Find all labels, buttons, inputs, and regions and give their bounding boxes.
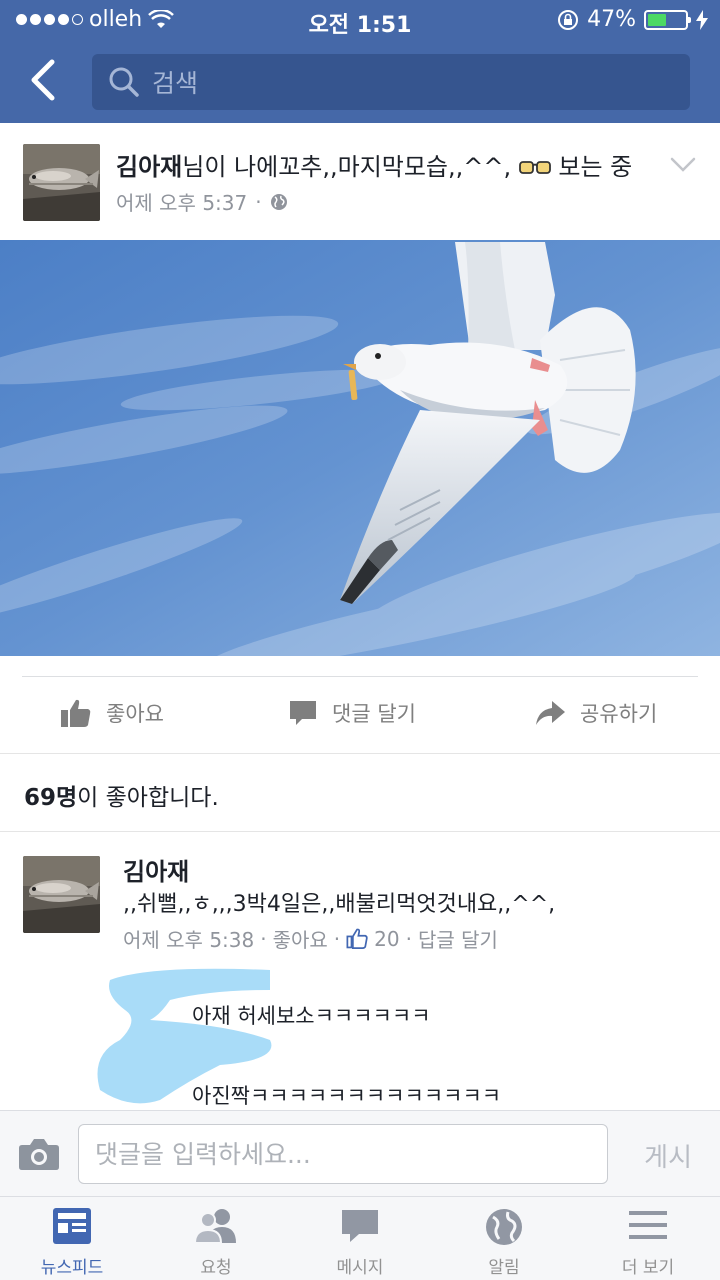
search-placeholder: 검색 — [152, 69, 199, 98]
comment-reply-link[interactable]: 답글 달기 — [418, 924, 498, 953]
comment-label: 댓글 달기 — [332, 702, 416, 726]
news-feed-icon — [53, 1208, 91, 1244]
like-label: 좋아요 — [106, 702, 164, 726]
share-label: 공유하기 — [580, 702, 658, 726]
camera-icon[interactable] — [18, 1137, 60, 1171]
commenter-name[interactable]: 김아재 — [123, 852, 189, 887]
post-headline-text: 님이 나에꼬추,,마지막모습,,^^, — [182, 153, 519, 181]
menu-icon — [629, 1211, 667, 1239]
comment-bubble-icon — [290, 701, 316, 725]
rotation-lock-icon — [558, 9, 579, 30]
share-button[interactable]: 공유하기 — [534, 698, 657, 728]
globe-public-icon — [270, 193, 287, 210]
tab-news-feed[interactable]: 뉴스피드 — [0, 1197, 144, 1280]
post-header: 김아재님이 나에꼬추,,마지막모습,,^^, 보는 중 어제 오후 5:37 · — [0, 123, 720, 240]
comment-like-link[interactable]: 좋아요 — [273, 924, 328, 953]
tab-bar: 뉴스피드 요청 메시지 알림 더 보기 — [0, 1196, 720, 1280]
search-bar[interactable]: 검색 — [92, 54, 690, 110]
like-count: 69명 — [24, 785, 78, 811]
glasses-emoji-icon — [518, 161, 551, 174]
meta-dot: · — [255, 189, 262, 214]
commenter-avatar[interactable] — [23, 856, 100, 933]
comment-time: 어제 오후 5:38 — [123, 928, 255, 952]
globe-notifications-icon — [486, 1209, 522, 1245]
tab-label: 요청 — [200, 1258, 232, 1278]
comment-input[interactable] — [78, 1124, 608, 1184]
post-headline: 김아재님이 나에꼬추,,마지막모습,,^^, 보는 중 — [116, 147, 632, 182]
post-comment-button[interactable]: 게시 — [644, 1137, 692, 1174]
search-icon — [109, 67, 139, 97]
post-author-name[interactable]: 김아재 — [116, 153, 182, 181]
comment-input-bar: 게시 — [0, 1110, 720, 1196]
tab-more[interactable]: 더 보기 — [576, 1197, 720, 1280]
post-actions: 좋아요 댓글 달기 공유하기 — [0, 656, 720, 753]
comment-meta: 어제 오후 5:38 · 좋아요 · 20 · 답글 달기 — [123, 924, 498, 953]
reply-text: 아진짝ㅋㅋㅋㅋㅋㅋㅋㅋㅋㅋㅋㅋㅋ — [192, 1084, 502, 1108]
tab-label: 뉴스피드 — [40, 1258, 104, 1278]
battery-percent: 47% — [587, 7, 636, 32]
comment-button[interactable]: 댓글 달기 — [288, 698, 416, 728]
post-activity: 보는 중 — [550, 153, 633, 181]
tab-requests[interactable]: 요청 — [144, 1197, 288, 1280]
comment-text: ,,쉬뻘,,ㅎ,,,3박4일은,,배불리먹엇것내요,,^^, — [123, 892, 556, 917]
back-arrow-icon[interactable] — [26, 58, 60, 102]
meta-dot: · — [260, 926, 267, 951]
divider — [0, 831, 720, 832]
meta-dot: · — [405, 926, 412, 951]
tab-label: 알림 — [488, 1258, 520, 1278]
battery-icon — [644, 9, 691, 30]
like-button[interactable]: 좋아요 — [60, 698, 164, 728]
reply-text: 아재 허세보소ㅋㅋㅋㅋㅋㅋ — [192, 1004, 431, 1028]
meta-dot: · — [333, 926, 341, 951]
divider — [0, 753, 720, 754]
tab-label: 더 보기 — [621, 1258, 675, 1278]
like-summary-text: 이 좋아합니다. — [77, 785, 219, 811]
like-summary[interactable]: 69명이 좋아합니다. — [24, 778, 219, 812]
tab-label: 메시지 — [336, 1258, 384, 1278]
share-arrow-icon — [536, 701, 565, 725]
tab-notifications[interactable]: 알림 — [432, 1197, 576, 1280]
comment-like-count: 20 — [374, 926, 400, 951]
charging-bolt-icon — [696, 9, 708, 30]
friend-requests-icon — [193, 1209, 236, 1244]
thumbs-up-icon — [61, 699, 91, 727]
tab-messages[interactable]: 메시지 — [288, 1197, 432, 1280]
post-meta: 어제 오후 5:37 · — [116, 187, 288, 216]
top-bar: olleh 오전 1:51 47% 검색 — [0, 0, 720, 123]
chevron-down-icon[interactable] — [670, 157, 696, 173]
status-right: 47% — [557, 7, 708, 32]
thumbs-up-icon — [346, 928, 368, 949]
messages-icon — [342, 1210, 378, 1242]
status-bar: olleh 오전 1:51 47% — [0, 0, 720, 40]
post-time[interactable]: 어제 오후 5:37 — [116, 187, 247, 216]
post-photo[interactable] — [0, 240, 720, 656]
author-avatar[interactable] — [23, 144, 100, 221]
